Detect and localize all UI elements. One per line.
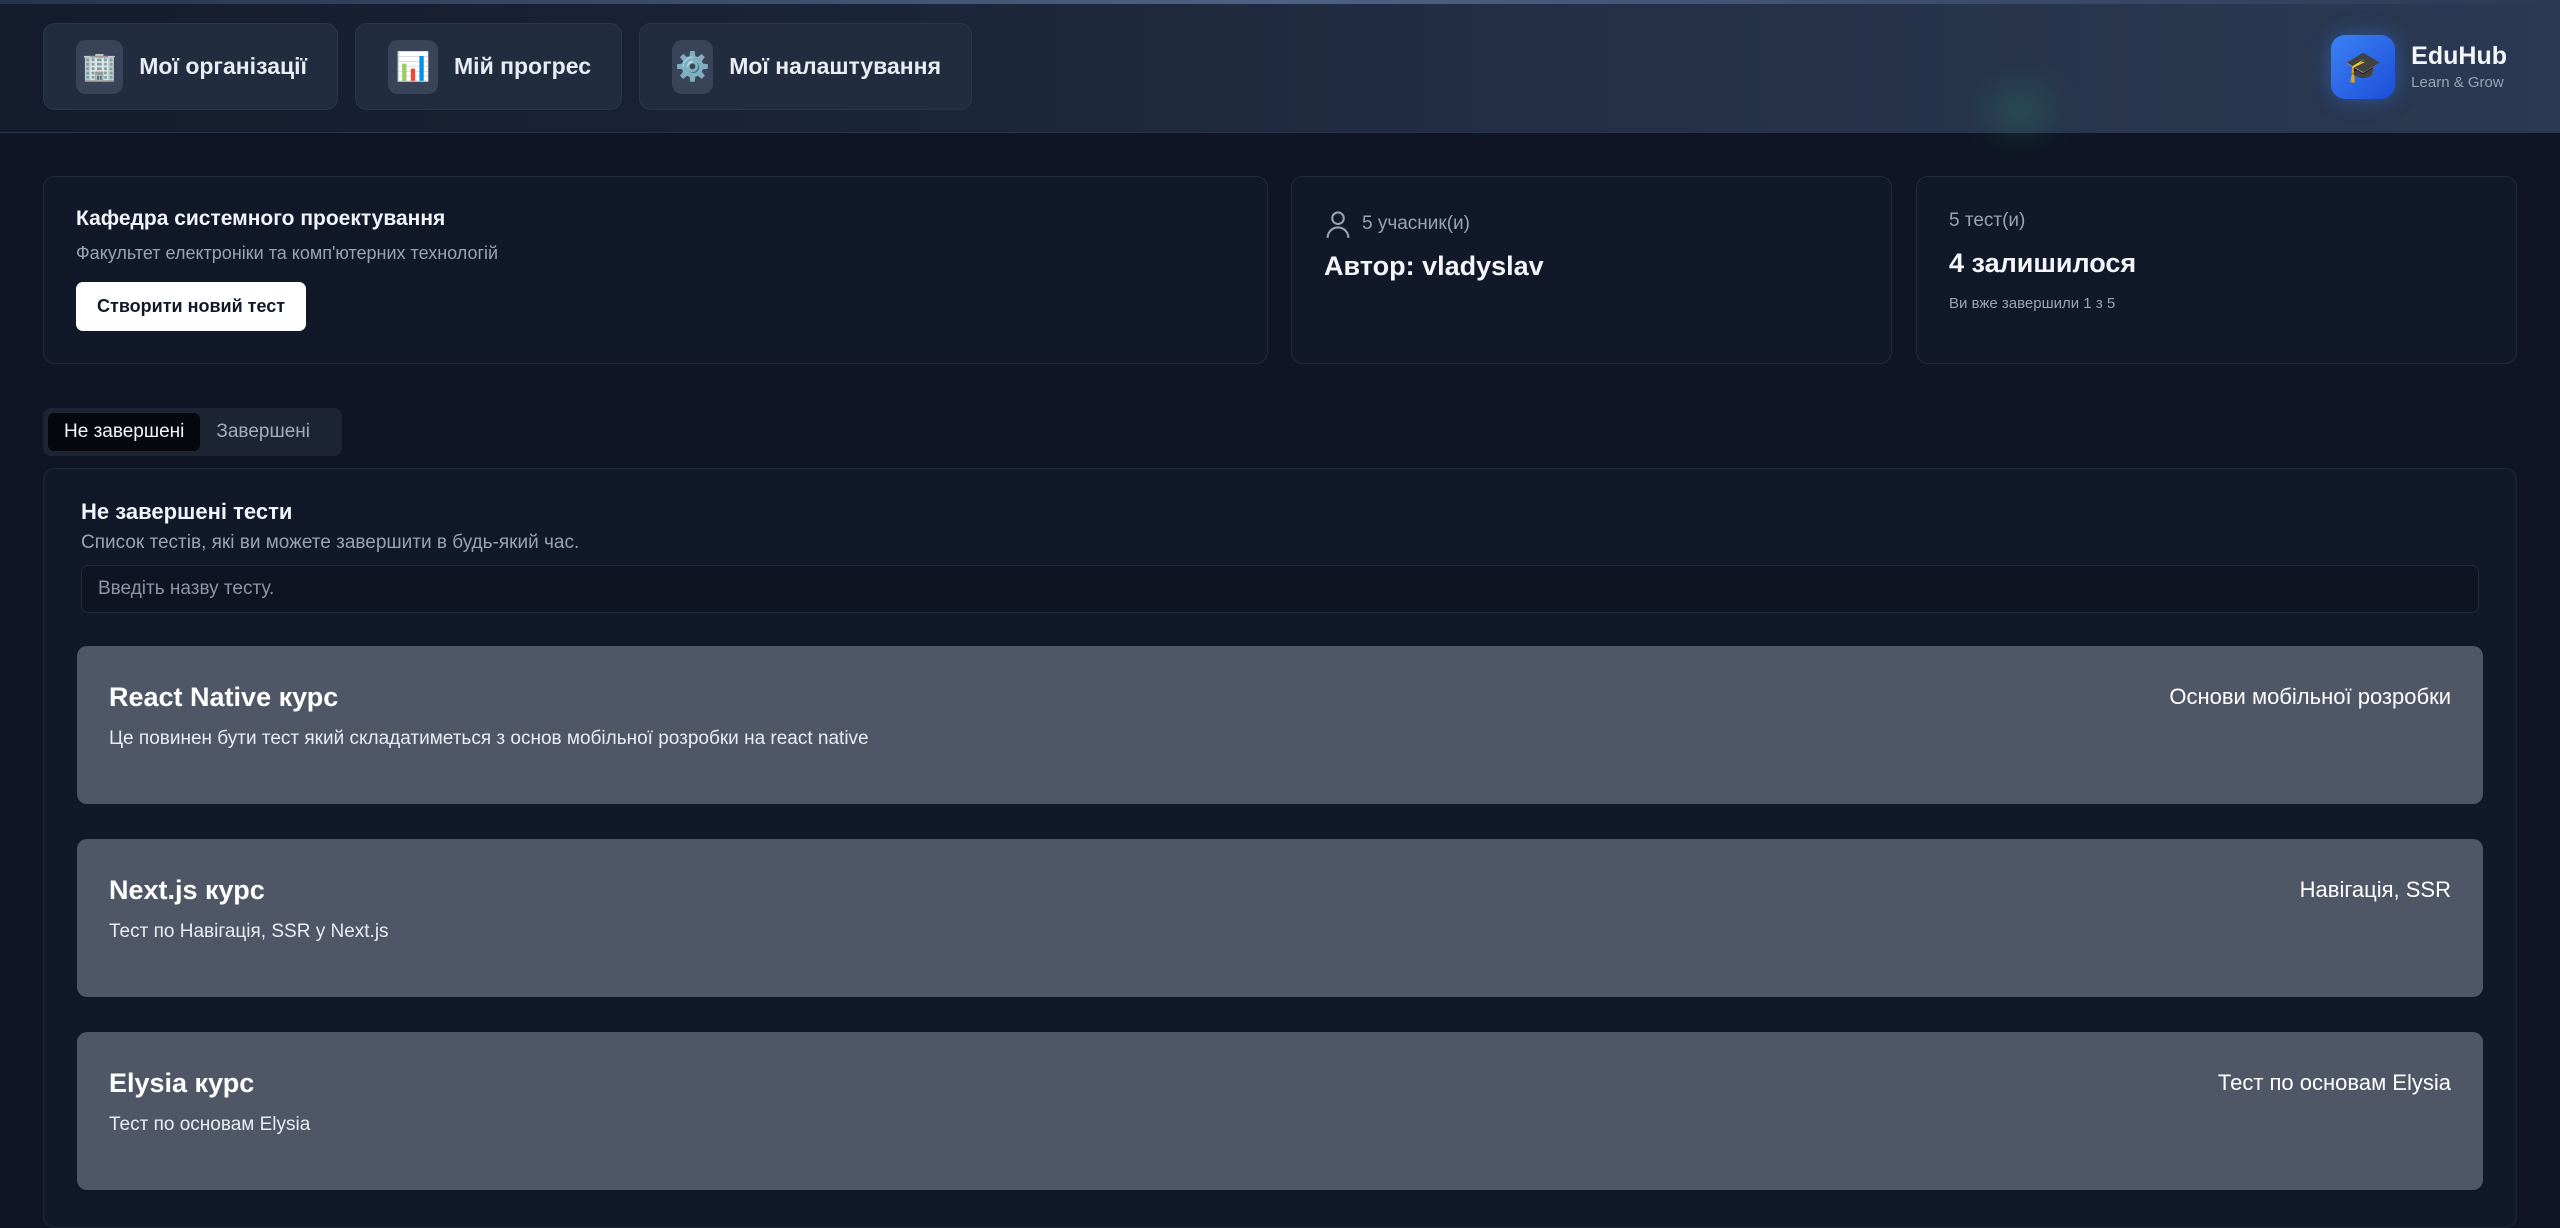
test-card[interactable]: Next.js курс Навігація, SSR Тест по Наві…	[77, 839, 2483, 997]
test-search-input[interactable]	[81, 565, 2479, 613]
tests-completed-note: Ви вже завершили 1 з 5	[1949, 295, 2116, 312]
brand-title: EduHub	[2411, 41, 2507, 70]
test-card[interactable]: Elysia курс Тест по основам Elysia Тест …	[77, 1032, 2483, 1190]
test-name: Next.js курс	[109, 875, 265, 905]
test-topic: Тест по основам Elysia	[2217, 1070, 2451, 1095]
test-description: Тест по Навігація, SSR у Next.js	[109, 921, 389, 942]
tests-summary-card: 5 тест(и) 4 залишилося Ви вже завершили …	[1916, 176, 2517, 364]
members-count: 5 учасник(и)	[1362, 213, 1470, 234]
test-topic: Навігація, SSR	[2299, 877, 2451, 902]
nav-my-organizations-button[interactable]: 🏢 Мої організації	[43, 23, 338, 110]
test-name: React Native курс	[109, 682, 339, 712]
organization-title: Кафедра системного проектування	[76, 207, 446, 230]
test-card[interactable]: React Native курс Основи мобільної розро…	[77, 646, 2483, 804]
test-description: Це повинен бути тест який складатиметься…	[109, 728, 869, 749]
top-navigation-bar: 🏢 Мої організації 📊 Мій прогрес ⚙️ Мої н…	[0, 0, 2560, 133]
brand-logo-link[interactable]: 🎓 EduHub Learn & Grow	[2331, 35, 2507, 99]
panel-title: Не завершені тести	[81, 499, 293, 524]
nav-label: Мої налаштування	[729, 53, 941, 79]
test-topic: Основи мобільної розробки	[2169, 684, 2451, 709]
decorative-glow	[1990, 90, 2050, 130]
nav-my-settings-button[interactable]: ⚙️ Мої налаштування	[639, 23, 972, 110]
tests-list-panel: Не завершені тести Список тестів, які ви…	[43, 468, 2517, 1228]
nav-label: Мій прогрес	[454, 53, 591, 79]
bar-chart-icon: 📊	[388, 39, 439, 94]
test-description: Тест по основам Elysia	[109, 1114, 311, 1135]
status-tabs: Не завершені Завершені	[43, 408, 342, 456]
brand-subtitle: Learn & Grow	[2411, 74, 2504, 92]
gear-icon: ⚙️	[672, 39, 714, 94]
tab-completed[interactable]: Завершені	[200, 413, 326, 451]
nav-my-progress-button[interactable]: 📊 Мій прогрес	[355, 23, 622, 110]
nav-label: Мої організації	[139, 53, 307, 79]
graduation-cap-icon: 🎓	[2331, 35, 2396, 99]
organization-card: Кафедра системного проектування Факульте…	[43, 176, 1268, 364]
organization-subtitle: Факультет електроніки та комп'ютерних те…	[76, 243, 499, 263]
author-label: Автор: vladyslav	[1324, 251, 1544, 281]
tests-remaining: 4 залишилося	[1949, 248, 2137, 278]
tab-not-completed[interactable]: Не завершені	[48, 413, 201, 451]
tests-count: 5 тест(и)	[1949, 210, 2026, 231]
building-icon: 🏢	[76, 39, 124, 94]
test-name: Elysia курс	[109, 1068, 255, 1098]
create-test-button[interactable]: Створити новий тест	[76, 282, 307, 331]
members-card: 5 учасник(и) Автор: vladyslav	[1291, 176, 1892, 364]
user-icon	[1326, 211, 1350, 238]
panel-subtitle: Список тестів, які ви можете завершити в…	[81, 532, 580, 553]
